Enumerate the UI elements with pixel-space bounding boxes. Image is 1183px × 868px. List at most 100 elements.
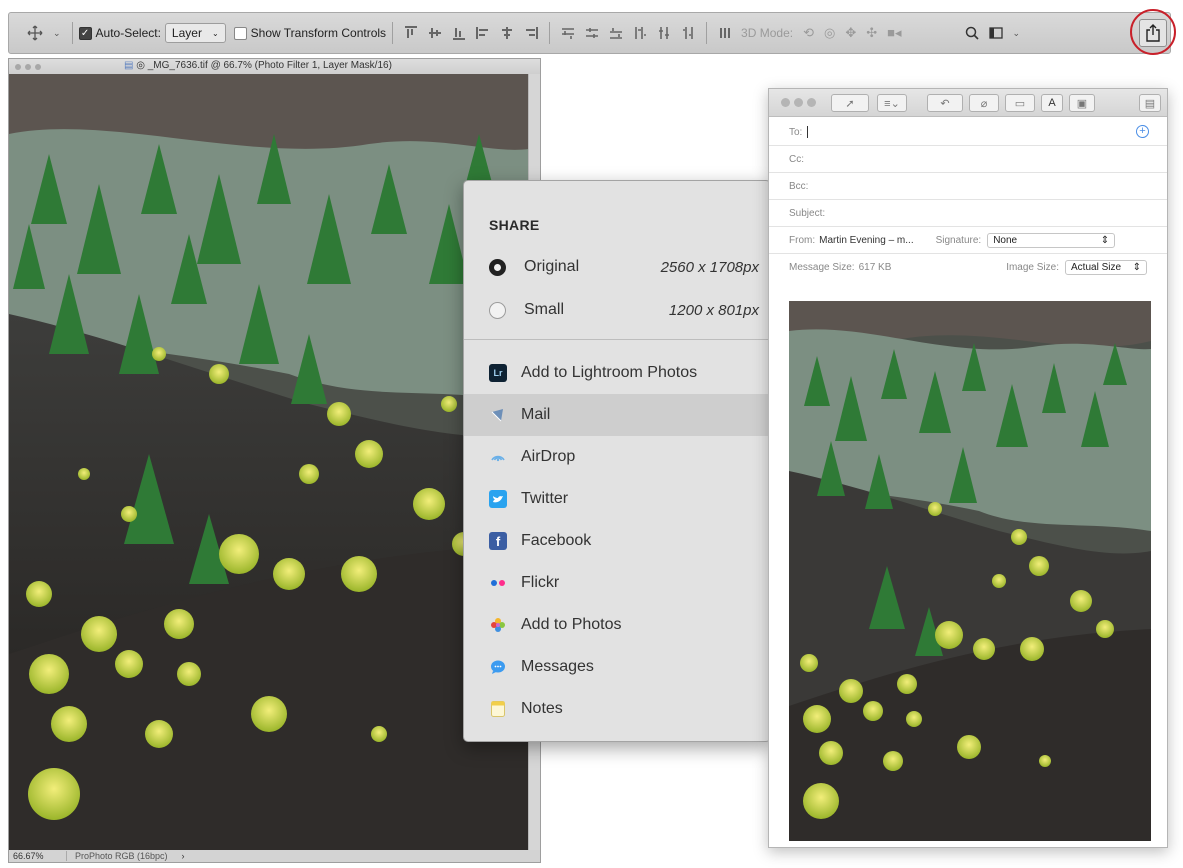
photo-browser-button[interactable]: ▣ <box>1069 94 1095 112</box>
radio-small[interactable] <box>489 301 506 319</box>
orbit-3d-icon[interactable]: ⟲ <box>803 25 814 41</box>
share-item-label: Add to Lightroom Photos <box>521 364 698 381</box>
close-button[interactable] <box>15 63 21 70</box>
bcc-label: Bcc: <box>789 180 809 192</box>
cc-label: Cc: <box>789 153 804 165</box>
bcc-field[interactable]: Bcc: <box>769 173 1167 200</box>
subject-label: Subject: <box>789 207 826 219</box>
font-button[interactable]: A <box>1041 94 1063 112</box>
format-button[interactable]: ▭ <box>1005 94 1035 112</box>
size-option-original[interactable]: Original 2560 x 1708px <box>489 255 759 279</box>
distribute-bottom-icon[interactable] <box>609 26 623 40</box>
zoom-level[interactable]: 66.67% <box>9 851 67 861</box>
align-left-icon[interactable] <box>476 26 490 40</box>
align-right-icon[interactable] <box>524 26 539 40</box>
search-icon[interactable] <box>965 26 979 40</box>
share-item-mail[interactable]: Mail <box>464 394 770 436</box>
zoom-button[interactable] <box>807 98 816 107</box>
share-item-photos[interactable]: Add to Photos <box>464 604 770 646</box>
share-item-label: Messages <box>521 658 594 675</box>
send-button[interactable]: ➚ <box>831 94 869 112</box>
show-transform-label: Show Transform Controls <box>250 26 387 40</box>
attach-button[interactable]: ⌀ <box>969 94 999 112</box>
share-item-label: Flickr <box>521 574 560 591</box>
from-label: From: <box>789 234 816 246</box>
share-item-label: Facebook <box>521 532 592 549</box>
chevron-down-icon: ⌄ <box>211 28 219 38</box>
share-item-notes[interactable]: Notes <box>464 688 770 730</box>
share-item-facebook[interactable]: f Facebook <box>464 520 770 562</box>
photos-icon <box>489 616 507 634</box>
document-window: ▤ ◎ _MG_7636.tif @ 66.7% (Photo Filter 1… <box>8 58 541 863</box>
show-transform-checkbox[interactable] <box>233 26 247 40</box>
to-field[interactable]: To: + <box>769 119 1167 146</box>
distribute-left-icon[interactable] <box>633 26 647 40</box>
zoom-button[interactable] <box>35 63 41 70</box>
distribute-right-icon[interactable] <box>681 26 695 40</box>
landscape-photo <box>789 301 1151 841</box>
distribute-vertical-center-icon[interactable] <box>585 26 599 40</box>
close-button[interactable] <box>781 98 790 107</box>
minimize-button[interactable] <box>25 63 31 70</box>
drag-3d-icon[interactable]: ✥ <box>845 25 856 41</box>
message-size-label: Message Size: <box>789 262 855 273</box>
mail-icon <box>489 406 507 424</box>
airdrop-icon <box>489 448 507 466</box>
separator <box>392 22 394 44</box>
size-dimensions: 1200 x 801px <box>668 301 759 319</box>
text-cursor <box>807 126 809 138</box>
workspace-icon[interactable] <box>988 27 1003 39</box>
3d-mode-label: 3D Mode: <box>741 26 794 40</box>
chevron-down-icon[interactable]: ⌄ <box>1013 28 1021 39</box>
size-option-small[interactable]: Small 1200 x 801px <box>489 298 759 322</box>
auto-select-checkbox[interactable]: ✓ <box>78 26 92 40</box>
signature-select[interactable]: None ⇕ <box>987 232 1116 248</box>
document-canvas[interactable] <box>9 74 529 851</box>
align-vertical-center-icon[interactable] <box>428 26 442 40</box>
share-item-twitter[interactable]: Twitter <box>464 478 770 520</box>
share-item-lightroom[interactable]: Lr Add to Lightroom Photos <box>464 352 770 394</box>
header-fields-button[interactable]: ≡⌄ <box>877 94 907 112</box>
layer-select-value: Layer <box>171 26 202 40</box>
distribute-horizontal-center-icon[interactable] <box>657 26 671 40</box>
share-item-messages[interactable]: Messages <box>464 646 770 688</box>
radio-original[interactable] <box>489 258 506 276</box>
attached-photo[interactable] <box>789 301 1151 841</box>
from-select[interactable]: Martin Evening – m... <box>819 235 913 246</box>
separator <box>549 22 551 44</box>
reply-button[interactable]: ↶ <box>927 94 963 112</box>
stationery-button[interactable]: ▤ <box>1139 94 1161 112</box>
chevron-down-icon[interactable]: ⌄ <box>53 28 61 39</box>
cc-field[interactable]: Cc: <box>769 146 1167 173</box>
share-button[interactable] <box>1139 19 1167 47</box>
document-titlebar[interactable]: ▤ ◎ _MG_7636.tif @ 66.7% (Photo Filter 1… <box>9 59 540 74</box>
roll-3d-icon[interactable]: ◎ <box>824 25 835 41</box>
image-size-value: Actual Size <box>1071 262 1122 273</box>
status-chevron-icon[interactable]: › <box>182 851 185 861</box>
font-icon: A <box>1048 97 1056 109</box>
minimize-button[interactable] <box>794 98 803 107</box>
align-horizontal-center-icon[interactable] <box>500 26 514 40</box>
notes-icon <box>489 700 507 718</box>
auto-align-icon[interactable] <box>718 26 732 40</box>
align-bottom-icon[interactable] <box>452 26 466 40</box>
signature-label: Signature: <box>935 234 982 246</box>
send-icon: ➚ <box>845 97 855 110</box>
share-item-airdrop[interactable]: AirDrop <box>464 436 770 478</box>
layer-select[interactable]: Layer ⌄ <box>164 23 226 43</box>
align-top-icon[interactable] <box>404 26 418 40</box>
slide-3d-icon[interactable]: ✣ <box>866 25 877 41</box>
facebook-icon: f <box>489 532 507 550</box>
subject-field[interactable]: Subject: <box>769 200 1167 227</box>
image-size-select[interactable]: Actual Size ⇕ <box>1065 260 1147 275</box>
move-tool-icon[interactable] <box>27 25 43 41</box>
share-item-flickr[interactable]: Flickr <box>464 562 770 604</box>
size-dimensions: 2560 x 1708px <box>660 258 759 276</box>
size-row: Message Size: 617 KB Image Size: Actual … <box>769 254 1167 281</box>
scale-3d-icon[interactable]: ■◂ <box>887 25 901 41</box>
share-panel: SHARE Original 2560 x 1708px Small 1200 … <box>463 180 771 742</box>
auto-select-label: Auto-Select: <box>95 26 161 40</box>
add-contact-icon[interactable]: + <box>1136 125 1149 138</box>
distribute-top-icon[interactable] <box>561 26 575 40</box>
updown-chevron-icon: ⇕ <box>1100 234 1110 246</box>
